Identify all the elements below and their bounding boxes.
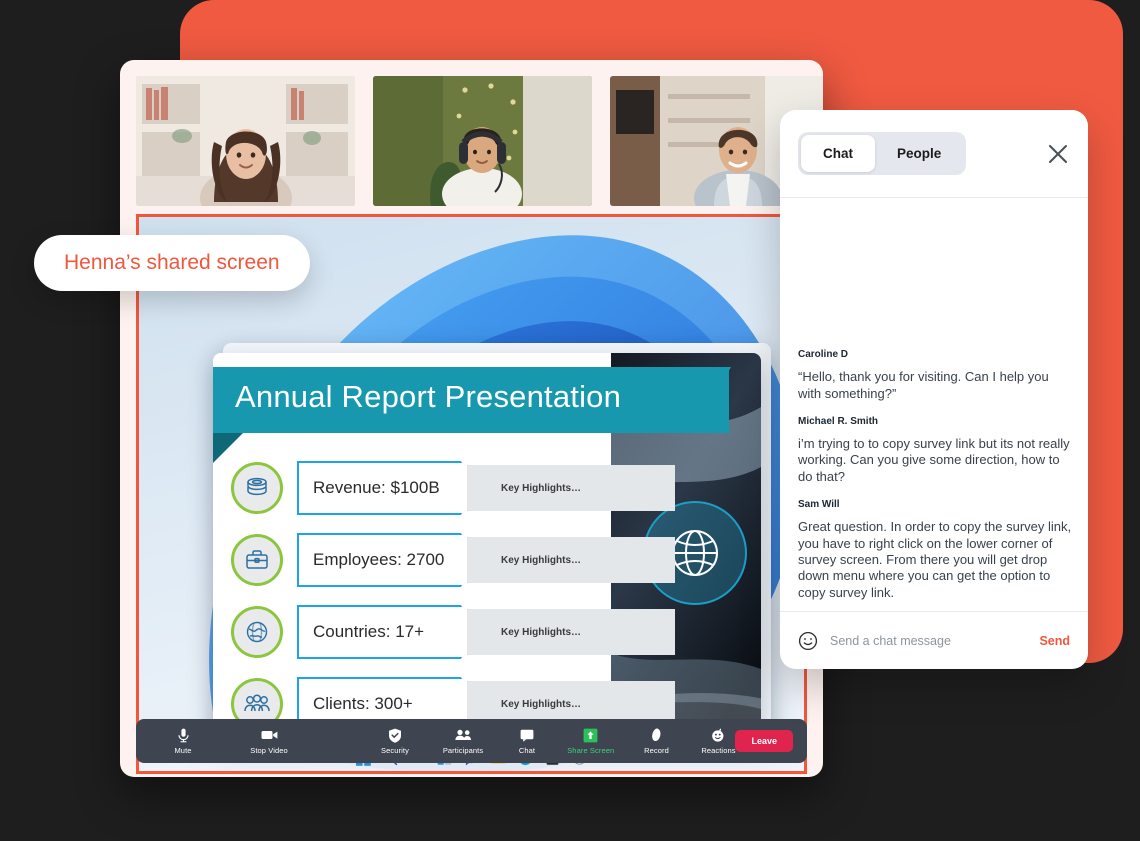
toolbar-participants-button[interactable]: Participants xyxy=(442,727,484,755)
chat-people-tabs: Chat People xyxy=(798,132,967,175)
close-icon[interactable] xyxy=(1046,142,1070,166)
slide-row: Revenue: $100B Key Highlights… xyxy=(231,457,675,519)
chat-message: Michael R. Smith i’m trying to to copy s… xyxy=(798,416,1074,485)
people-icon xyxy=(454,727,472,743)
shield-check-icon xyxy=(388,727,402,743)
toolbar-security-button[interactable]: Security xyxy=(378,727,412,755)
toolbar-chat-button[interactable]: Chat xyxy=(510,727,544,755)
chat-message-author: Michael R. Smith xyxy=(798,416,879,427)
slide-row-note: Key Highlights… xyxy=(501,698,582,710)
tab-people[interactable]: People xyxy=(875,135,963,172)
leave-meeting-button[interactable]: Leave xyxy=(735,730,793,752)
chat-message-author: Sam Will xyxy=(798,499,840,511)
zoom-control-toolbar: Mute Stop Video Security Participants Ch… xyxy=(136,719,807,763)
smiley-face-icon[interactable] xyxy=(798,631,818,651)
chat-input[interactable]: Send a chat message xyxy=(830,634,1027,648)
chat-panel-header: Chat People xyxy=(780,110,1088,198)
record-icon xyxy=(649,727,663,743)
send-button[interactable]: Send xyxy=(1039,634,1070,648)
slide-row-label: Clients: 300+ xyxy=(313,694,413,713)
toolbar-stop-video-label: Stop Video xyxy=(250,746,288,755)
shared-screen-label: Henna’s shared screen xyxy=(34,235,310,291)
chat-composer: Send a chat message Send xyxy=(780,611,1088,669)
briefcase-icon xyxy=(231,534,283,586)
participant-gallery xyxy=(120,60,823,210)
slide-row-label: Revenue: $100B xyxy=(313,478,440,497)
chat-message-text: Great question. In order to copy the sur… xyxy=(798,519,1072,600)
toolbar-record-label: Record xyxy=(644,746,669,755)
participant-tile-1[interactable] xyxy=(136,76,355,206)
tab-chat[interactable]: Chat xyxy=(801,135,875,172)
toolbar-security-label: Security xyxy=(381,746,409,755)
toolbar-participants-label: Participants xyxy=(442,746,484,755)
toolbar-mute-label: Mute xyxy=(174,746,192,755)
video-camera-icon xyxy=(261,727,278,743)
slide-row-value: Employees: 2700 xyxy=(297,533,483,587)
toolbar-chat-label: Chat xyxy=(518,746,536,755)
share-screen-icon xyxy=(583,727,598,743)
slide-row-value: Revenue: $100B xyxy=(297,461,483,515)
microphone-icon xyxy=(177,727,190,743)
toolbar-record-button[interactable]: Record xyxy=(639,727,673,755)
chat-panel: Chat People Caroline D “Hello, thank you… xyxy=(780,110,1088,669)
zoom-meeting-window: Annual Report Presentation Revenue: $100… xyxy=(120,60,823,777)
toolbar-reactions-label: Reactions xyxy=(701,746,736,755)
globe-map-icon xyxy=(231,606,283,658)
coins-stack-icon xyxy=(231,462,283,514)
toolbar-stop-video-button[interactable]: Stop Video xyxy=(250,727,288,755)
slide-row-note-bar: Key Highlights… xyxy=(467,609,675,655)
screenshot-root: Annual Report Presentation Revenue: $100… xyxy=(0,0,1140,841)
slide-stat-rows: Revenue: $100B Key Highlights… Employees… xyxy=(231,457,675,745)
powerpoint-card-front: Annual Report Presentation Revenue: $100… xyxy=(213,353,761,763)
slide-row-note-bar: Key Highlights… xyxy=(467,537,675,583)
slide-row-label: Employees: 2700 xyxy=(313,550,445,569)
slide-row-note: Key Highlights… xyxy=(501,554,582,566)
slide-row-value: Countries: 17+ xyxy=(297,605,483,659)
chat-message-list[interactable]: Caroline D “Hello, thank you for visitin… xyxy=(780,198,1088,611)
slide-row: Countries: 17+ Key Highlights… xyxy=(231,601,675,663)
reactions-icon xyxy=(711,727,725,743)
toolbar-mute-button[interactable]: Mute xyxy=(166,727,200,755)
chat-message: Sam Will Great question. In order to cop… xyxy=(798,499,1074,601)
slide-row-note-bar: Key Highlights… xyxy=(467,465,675,511)
slide-row-note: Key Highlights… xyxy=(501,482,582,494)
slide-title: Annual Report Presentation xyxy=(235,379,622,414)
slide-row: Employees: 2700 Key Highlights… xyxy=(231,529,675,591)
chat-message-author: Caroline D xyxy=(798,349,849,361)
presentation-slide: Annual Report Presentation Revenue: $100… xyxy=(213,353,761,763)
chat-message: Caroline D “Hello, thank you for visitin… xyxy=(798,349,1074,402)
chat-bubble-icon xyxy=(520,727,534,743)
slide-row-label: Countries: 17+ xyxy=(313,622,425,641)
toolbar-share-screen-label: Share Screen xyxy=(567,746,615,755)
shared-screen-region: Annual Report Presentation Revenue: $100… xyxy=(136,214,807,774)
chat-message-text: “Hello, thank you for visiting. Can I he… xyxy=(798,369,1049,401)
chat-message-text: i’m trying to to copy survey link but it… xyxy=(798,436,1070,484)
participant-tile-2[interactable] xyxy=(373,76,592,206)
toolbar-share-screen-button[interactable]: Share Screen xyxy=(567,727,614,755)
toolbar-reactions-button[interactable]: Reactions xyxy=(701,727,736,755)
slide-row-note: Key Highlights… xyxy=(501,626,582,638)
